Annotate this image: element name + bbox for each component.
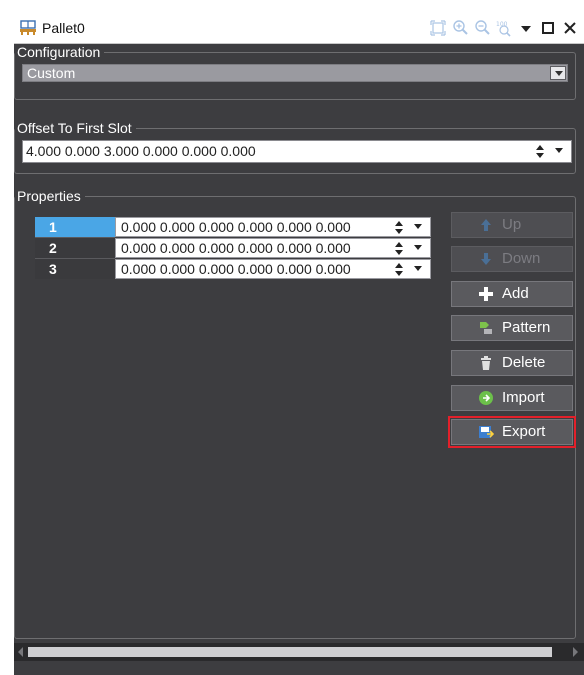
arrow-up-icon — [478, 217, 494, 233]
horizontal-scrollbar[interactable] — [14, 643, 584, 661]
spinner-icon[interactable] — [394, 242, 404, 256]
up-button[interactable]: Up — [451, 212, 573, 238]
add-label: Add — [502, 285, 529, 302]
up-label: Up — [502, 216, 522, 233]
properties-legend: Properties — [15, 188, 85, 204]
pattern-label: Pattern — [502, 319, 551, 336]
spinner-icon[interactable] — [394, 221, 404, 235]
row-index[interactable]: 2 — [35, 238, 115, 258]
offset-group: Offset To First Slot 4.000 0.000 3.000 0… — [14, 120, 576, 174]
down-label: Down — [502, 250, 541, 267]
row-index[interactable]: 1 — [35, 217, 115, 237]
configuration-select[interactable]: Custom — [22, 64, 568, 82]
spinner-icon[interactable] — [394, 263, 404, 277]
delete-label: Delete — [502, 354, 546, 371]
window-title: Pallet0 — [42, 20, 85, 36]
spinner-icon[interactable] — [535, 145, 545, 159]
import-icon — [478, 390, 494, 406]
chevron-down-icon[interactable] — [555, 146, 565, 156]
import-button[interactable]: Import — [451, 385, 573, 411]
table-row[interactable]: 2 0.000 0.000 0.000 0.000 0.000 0.000 — [35, 238, 431, 258]
delete-button[interactable]: Delete — [451, 350, 573, 376]
row-value: 0.000 0.000 0.000 0.000 0.000 0.000 — [121, 240, 351, 256]
zoom-in-icon[interactable] — [452, 19, 468, 37]
close-icon[interactable] — [562, 19, 578, 37]
chevron-down-icon[interactable] — [414, 243, 424, 253]
arrow-down-icon — [478, 251, 494, 267]
maximize-icon[interactable] — [540, 19, 556, 37]
pattern-icon — [478, 320, 494, 336]
export-label: Export — [502, 423, 546, 440]
table-row[interactable]: 3 0.000 0.000 0.000 0.000 0.000 0.000 — [35, 259, 431, 279]
down-button[interactable]: Down — [451, 246, 573, 272]
scrollbar-thumb[interactable] — [28, 647, 552, 657]
title-bar[interactable]: Pallet0 100 — [14, 14, 584, 44]
row-value: 0.000 0.000 0.000 0.000 0.000 0.000 — [121, 219, 351, 235]
configuration-group: Configuration Custom — [14, 44, 576, 100]
table-row[interactable]: 1 0.000 0.000 0.000 0.000 0.000 0.000 — [35, 217, 431, 237]
configuration-value: Custom — [27, 65, 76, 81]
export-button[interactable]: Export — [448, 416, 576, 448]
export-icon — [478, 424, 495, 440]
offset-legend: Offset To First Slot — [15, 120, 136, 136]
pallet-icon — [19, 19, 37, 37]
row-index[interactable]: 3 — [35, 259, 115, 279]
add-button[interactable]: Add — [451, 281, 573, 307]
zoom-out-icon[interactable] — [474, 19, 490, 37]
row-value-input[interactable]: 0.000 0.000 0.000 0.000 0.000 0.000 — [115, 217, 431, 237]
offset-input[interactable]: 4.000 0.000 3.000 0.000 0.000 0.000 — [22, 140, 572, 163]
offset-value: 4.000 0.000 3.000 0.000 0.000 0.000 — [26, 143, 256, 159]
properties-group: Properties 1 0.000 0.000 0.000 0.000 0.0… — [14, 188, 576, 639]
scroll-left-icon[interactable] — [18, 647, 23, 657]
configuration-legend: Configuration — [15, 44, 105, 60]
zoom-100-icon[interactable]: 100 — [496, 19, 512, 37]
plus-icon — [478, 286, 494, 302]
chevron-down-icon[interactable] — [414, 222, 424, 232]
pin-dropdown-icon[interactable] — [518, 19, 534, 37]
fit-view-icon[interactable] — [430, 19, 446, 37]
trash-icon — [478, 355, 494, 371]
chevron-down-icon[interactable] — [414, 264, 424, 274]
pattern-button[interactable]: Pattern — [451, 315, 573, 341]
row-value-input[interactable]: 0.000 0.000 0.000 0.000 0.000 0.000 — [115, 259, 431, 279]
chevron-down-icon[interactable] — [550, 66, 566, 80]
import-label: Import — [502, 389, 545, 406]
row-value-input[interactable]: 0.000 0.000 0.000 0.000 0.000 0.000 — [115, 238, 431, 258]
row-value: 0.000 0.000 0.000 0.000 0.000 0.000 — [121, 261, 351, 277]
scroll-right-icon[interactable] — [573, 647, 578, 657]
